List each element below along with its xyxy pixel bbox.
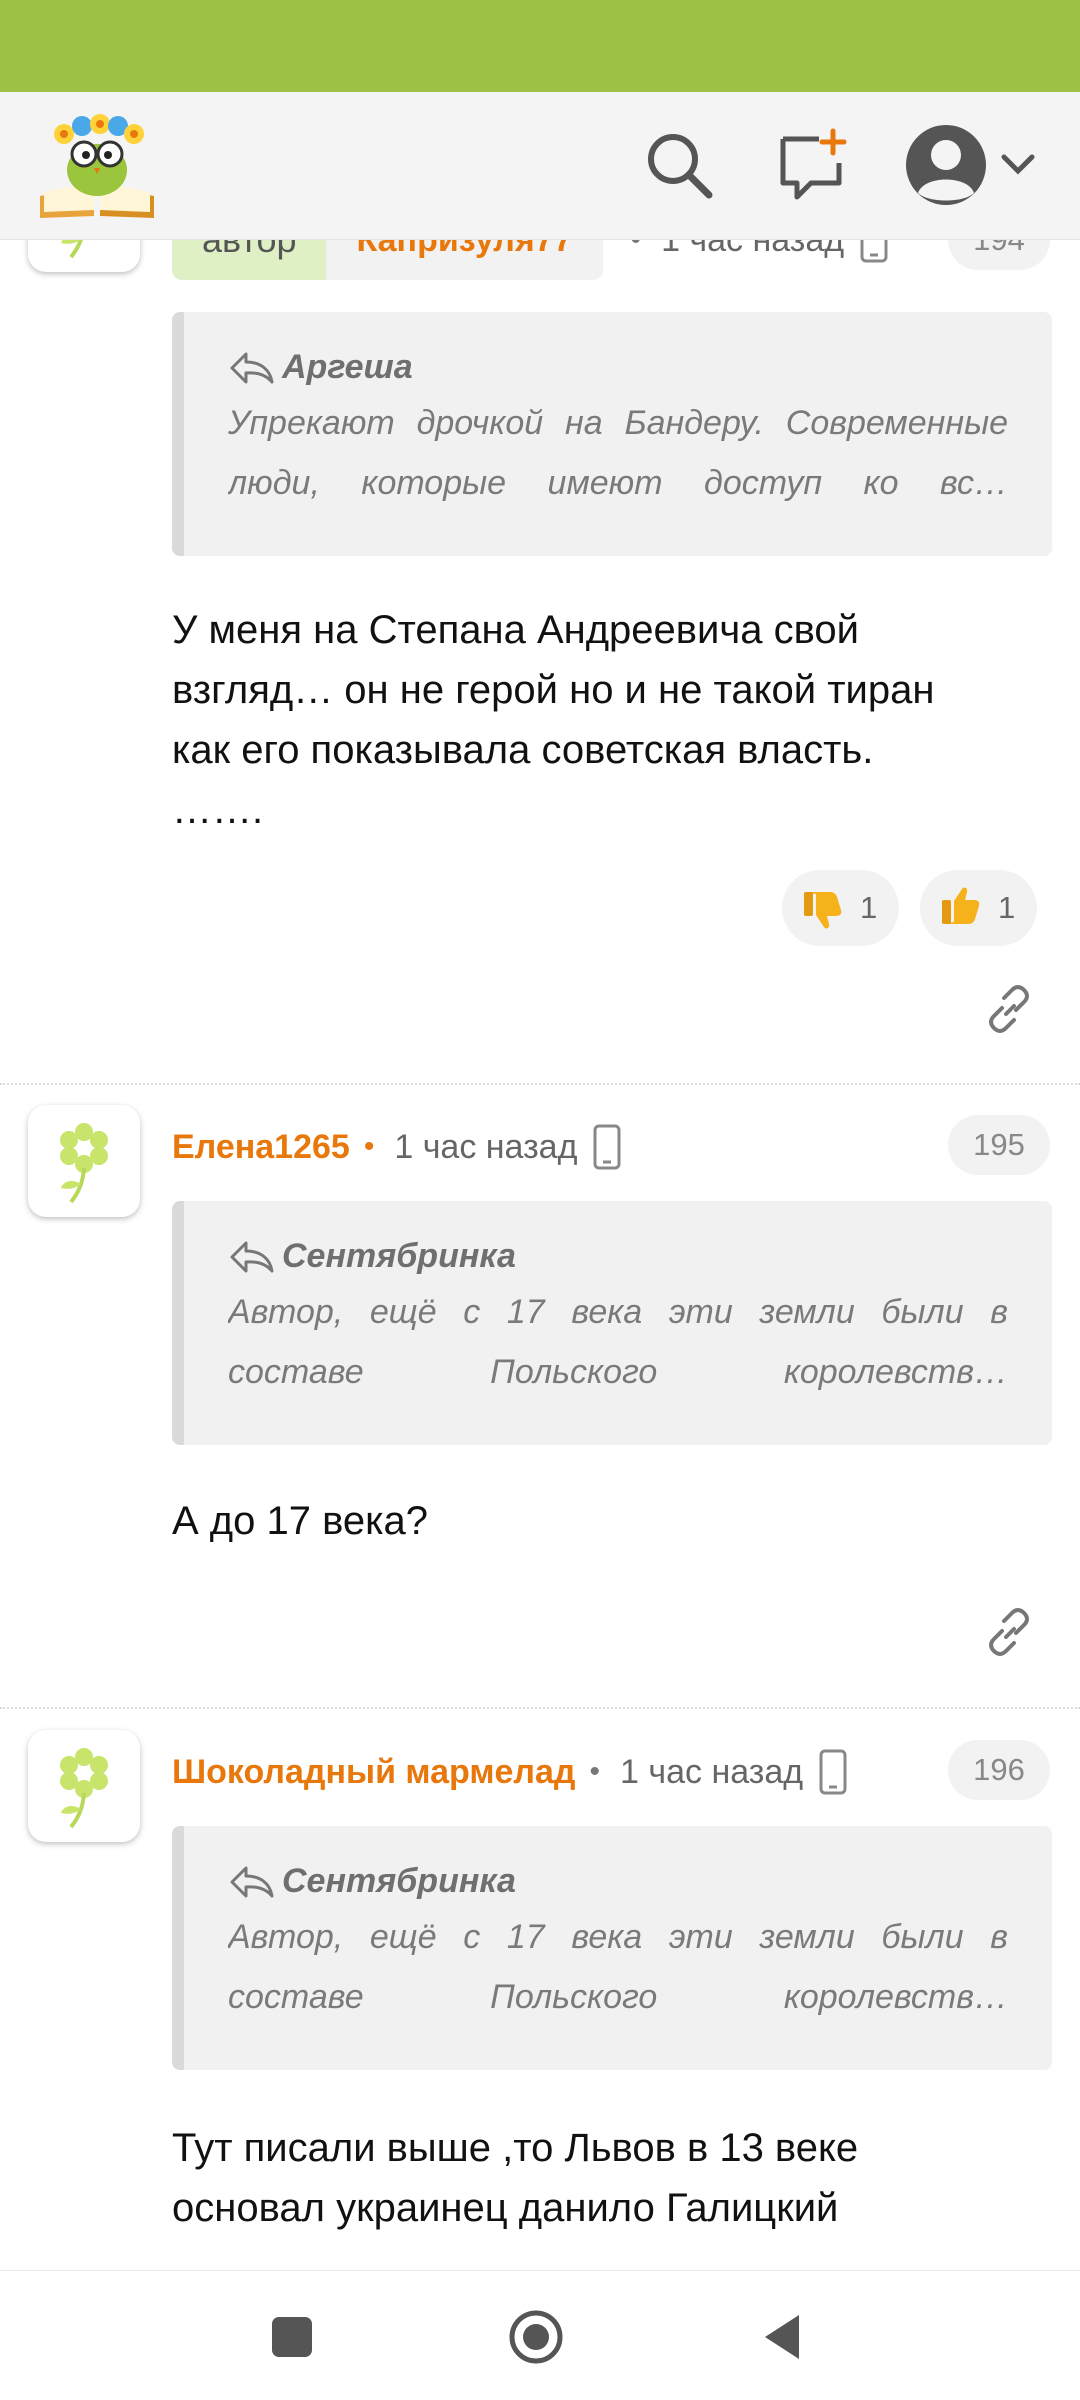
reply-icon <box>230 352 274 383</box>
comment-author[interactable]: Капризуля77 <box>326 240 603 280</box>
back-button[interactable] <box>752 2307 812 2367</box>
quoted-comment[interactable]: Аргеша Упрекают дрочкой на Бандеру. Совр… <box>172 312 1052 556</box>
comment-time: 1 час назад <box>394 1127 578 1166</box>
back-icon <box>765 2315 799 2359</box>
dislike-count: 1 <box>860 890 878 925</box>
recents-icon <box>272 2317 312 2357</box>
separator-dot: • <box>589 1755 601 1788</box>
chevron-down-icon <box>1001 154 1035 175</box>
device-icon <box>593 1124 621 1170</box>
comment-time: 1 час назад <box>661 240 844 260</box>
comment-divider <box>0 1707 1080 1709</box>
flower-icon <box>60 1123 108 1204</box>
quote-text: Автор, ещё с 17 века эти земли были в со… <box>228 1293 1008 1391</box>
comment-number[interactable]: 196 <box>948 1740 1050 1800</box>
comment-author[interactable]: Шоколадный мармелад <box>172 1753 576 1792</box>
dislike-button[interactable]: 1 <box>782 870 900 946</box>
flower-icon <box>60 1748 108 1829</box>
like-button[interactable]: 1 <box>920 870 1038 946</box>
quote-author: Сентябринка <box>228 1237 1008 1276</box>
site-logo[interactable] <box>34 112 160 222</box>
comment-meta: Шоколадный мармелад • 1 час назад <box>172 1742 847 1802</box>
comment-time: 1 час назад <box>620 1752 804 1791</box>
comment-meta: Елена1265 • 1 час назад <box>172 1117 621 1177</box>
status-bar <box>0 0 1080 92</box>
home-button[interactable] <box>506 2307 566 2367</box>
copy-link-button[interactable] <box>978 1601 1040 1663</box>
new-comment-button[interactable] <box>770 122 856 208</box>
thumbs-down-icon <box>804 892 842 929</box>
copy-link-button[interactable] <box>978 978 1040 1040</box>
quote-author: Аргеша <box>228 348 1008 387</box>
comment-meta: автор Капризуля77 • 1 час назад <box>172 240 888 280</box>
link-icon <box>989 985 1029 1033</box>
comment-text: Тут писали выше ,то Львов в 13 веке осно… <box>172 2126 859 2230</box>
recents-button[interactable] <box>262 2307 322 2367</box>
like-count: 1 <box>998 890 1016 925</box>
separator-dot: • <box>631 240 642 257</box>
comment-text: У меня на Степана Андреевича свой взгляд… <box>172 608 935 832</box>
comment-number[interactable]: 194 <box>948 240 1050 270</box>
author-tag: автор <box>172 240 327 280</box>
reply-icon <box>230 1866 274 1897</box>
comment-divider <box>0 1083 1080 1085</box>
device-icon <box>860 240 888 263</box>
flower-icon <box>61 240 83 259</box>
quote-author: Сентябринка <box>228 1862 1008 1901</box>
profile-menu-button[interactable] <box>896 122 1046 208</box>
quote-text: Упрекают дрочкой на Бандеру. Современные… <box>228 404 1008 502</box>
app-header <box>0 92 1080 240</box>
quoted-comment[interactable]: Сентябринка Автор, ещё с 17 века эти зем… <box>172 1201 1052 1445</box>
comment-text: А до 17 века? <box>172 1499 429 1543</box>
thumbs-up-icon <box>942 887 980 924</box>
reply-icon <box>230 1241 274 1272</box>
separator-dot: • <box>363 1130 375 1163</box>
user-avatar[interactable] <box>28 240 140 272</box>
quoted-comment[interactable]: Сентябринка Автор, ещё с 17 века эти зем… <box>172 1826 1052 2070</box>
comment-number[interactable]: 195 <box>948 1115 1050 1175</box>
avatar-icon <box>906 125 986 205</box>
search-icon <box>648 134 713 199</box>
search-button[interactable] <box>636 122 722 208</box>
link-icon <box>989 1608 1029 1656</box>
user-avatar[interactable] <box>28 1730 140 1842</box>
device-icon <box>819 1749 847 1795</box>
comment-author[interactable]: Елена1265 <box>172 1128 350 1167</box>
home-icon <box>509 2310 563 2364</box>
user-avatar[interactable] <box>28 1105 140 1217</box>
quote-text: Автор, ещё с 17 века эти земли были в со… <box>228 1918 1008 2016</box>
system-nav-bar <box>0 2270 1080 2400</box>
comments-feed[interactable]: автор Капризуля77 • 1 час назад 194 Арге… <box>0 240 1080 2270</box>
add-comment-icon <box>780 128 847 200</box>
